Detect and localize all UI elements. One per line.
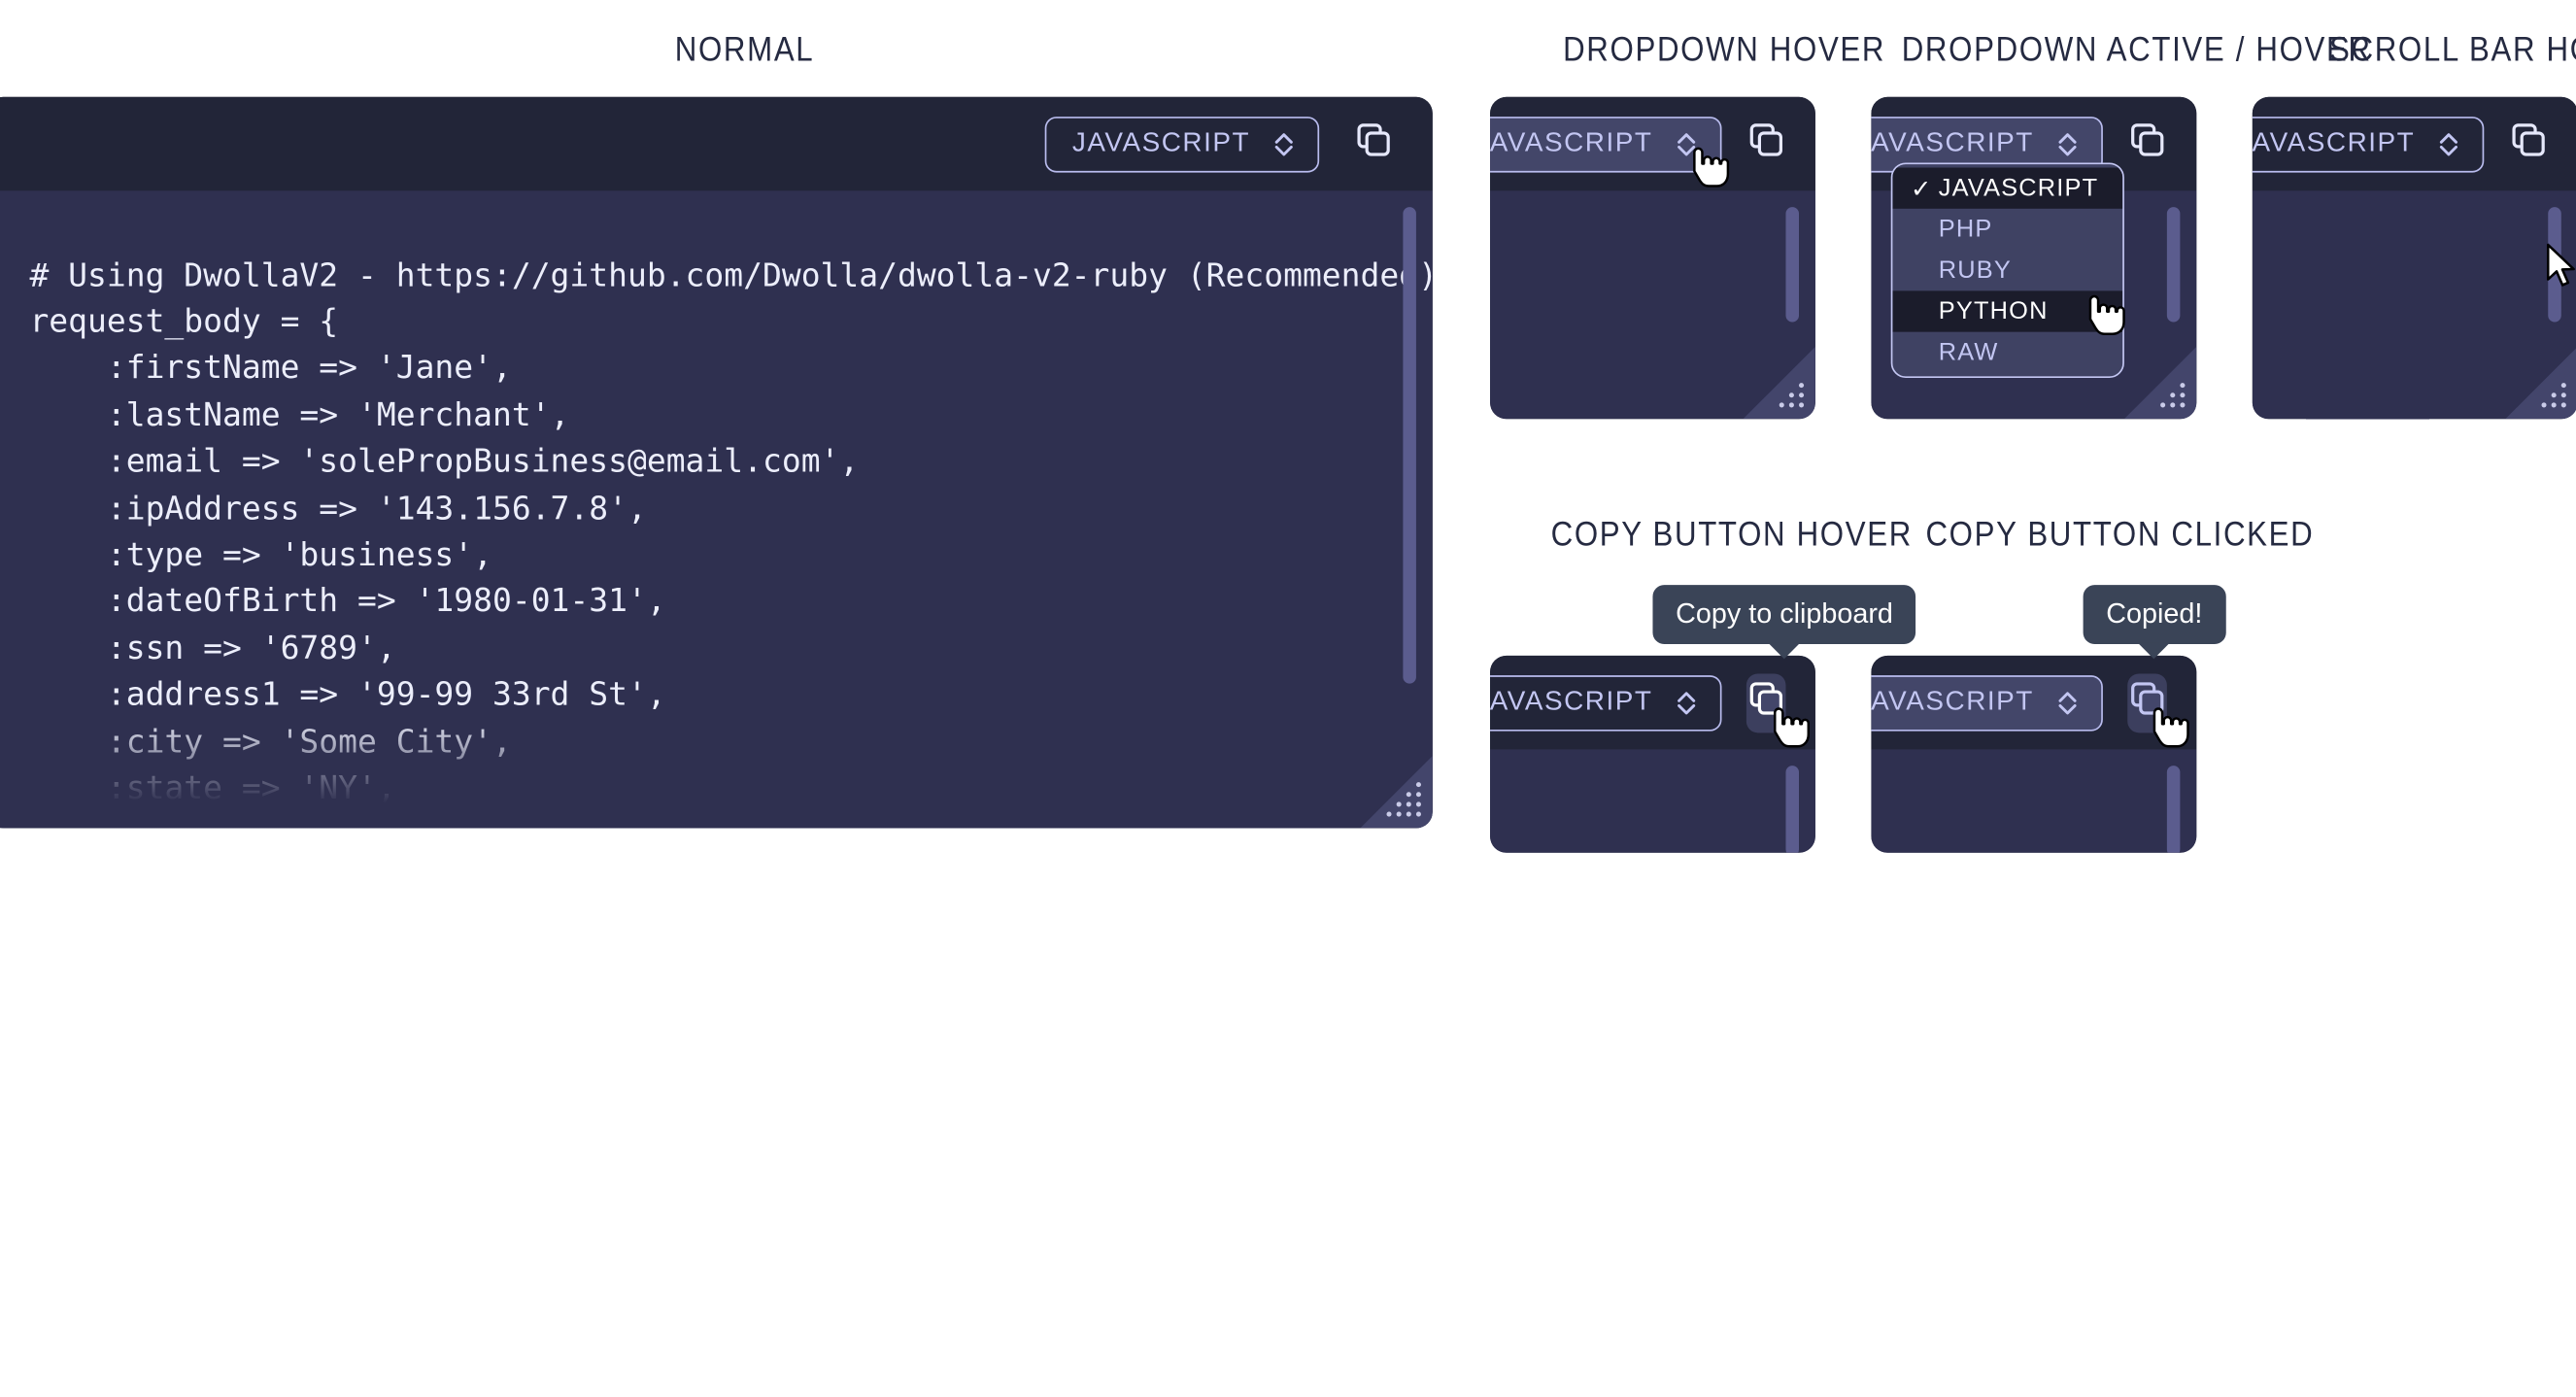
code-block-dropdown-hover: JAVASCRIPT — [1490, 96, 1815, 420]
code-block-toolbar: JAVASCRIPT — [2252, 96, 2576, 191]
code-block-body — [1871, 749, 2197, 853]
copy-icon — [1746, 119, 1786, 167]
language-select-label: JAVASCRIPT — [1490, 686, 1653, 717]
copy-button[interactable] — [2127, 115, 2167, 174]
language-select-label: JAVASCRIPT — [1490, 127, 1653, 158]
code-block-copy-hover: JAVASCRIPT — [1490, 655, 1815, 853]
dropdown-item-label: PHP — [1938, 215, 1993, 244]
chevron-up-down-icon — [1273, 129, 1295, 158]
dropdown-item-ruby[interactable]: RUBY — [1892, 250, 2122, 290]
resize-handle[interactable] — [2123, 346, 2197, 420]
spec-sheet: NORMAL DROPDOWN HOVER DROPDOWN ACTIVE / … — [0, 0, 2576, 1397]
caption-dropdown-hover: DROPDOWN HOVER — [1563, 31, 1886, 70]
dropdown-item-label: JAVASCRIPT — [1938, 174, 2099, 203]
copy-button[interactable] — [1344, 115, 1404, 174]
scrollbar-thumb[interactable] — [2166, 207, 2181, 323]
language-select[interactable]: JAVASCRIPT — [2252, 116, 2485, 172]
language-select-label: JAVASCRIPT — [1071, 127, 1251, 158]
copy-icon — [1746, 679, 1786, 727]
dropdown-item-label: RAW — [1938, 338, 1999, 367]
code-block-normal: JAVASCRIPT # Using DwollaV2 - https://gi… — [0, 96, 1433, 829]
scrollbar-thumb[interactable] — [1785, 766, 1800, 853]
language-select[interactable]: JAVASCRIPT — [1044, 116, 1320, 172]
chevron-up-down-icon — [1676, 129, 1697, 158]
code-block-toolbar: JAVASCRIPT — [1490, 96, 1815, 191]
caption-dropdown-active-hover: DROPDOWN ACTIVE / HOVER — [1901, 31, 2372, 70]
caption-scroll-bar-hover: SCROLL BAR HOVER — [2329, 31, 2576, 70]
code-block-body — [2252, 190, 2576, 420]
copy-icon — [2509, 119, 2549, 167]
chevron-up-down-icon — [2057, 688, 2079, 717]
dropdown-item-raw[interactable]: RAW — [1892, 332, 2122, 373]
language-select[interactable]: JAVASCRIPT — [1871, 674, 2103, 731]
code-block-scrollbar-hover: JAVASCRIPT — [2252, 96, 2576, 420]
dropdown-item-javascript[interactable]: ✓ JAVASCRIPT — [1892, 167, 2123, 209]
language-select[interactable]: JAVASCRIPT — [1490, 674, 1722, 731]
code-block-body — [1490, 749, 1815, 853]
caption-copy-button-hover: COPY BUTTON HOVER — [1550, 516, 1913, 554]
copy-icon — [2127, 679, 2167, 727]
code-content: # Using DwollaV2 - https://github.com/Dw… — [29, 256, 1433, 807]
tooltip-label: Copy to clipboard — [1676, 597, 1893, 630]
language-select-label: JAVASCRIPT — [1871, 686, 2034, 717]
copy-button[interactable] — [2127, 672, 2167, 733]
code-block-toolbar: JAVASCRIPT — [1490, 655, 1815, 750]
chevron-up-down-icon — [1676, 688, 1697, 717]
language-select[interactable]: JAVASCRIPT — [1490, 116, 1722, 172]
language-dropdown-menu[interactable]: ✓ JAVASCRIPT PHP RUBY PYTHON RAW — [1890, 162, 2124, 379]
tooltip-copied: Copied! — [2083, 585, 2226, 644]
dropdown-item-python[interactable]: PYTHON — [1892, 290, 2123, 332]
code-block-body — [1490, 190, 1815, 420]
chevron-up-down-icon — [2057, 129, 2079, 158]
resize-handle[interactable] — [1743, 346, 1815, 420]
dropdown-item-label: PYTHON — [1938, 297, 2049, 325]
dropdown-item-label: RUBY — [1938, 256, 2013, 285]
tooltip-copy-to-clipboard: Copy to clipboard — [1652, 585, 1916, 644]
chevron-up-down-icon — [2438, 129, 2459, 158]
dropdown-item-php[interactable]: PHP — [1892, 209, 2122, 250]
check-icon: ✓ — [1911, 175, 1933, 203]
copy-icon — [1354, 119, 1394, 167]
caption-normal: NORMAL — [674, 31, 815, 70]
caption-copy-button-clicked: COPY BUTTON CLICKED — [1925, 516, 2315, 554]
language-select-label: JAVASCRIPT — [2252, 127, 2416, 158]
code-block-body: # Using DwollaV2 - https://github.com/Dw… — [0, 190, 1433, 829]
code-block-copy-clicked: JAVASCRIPT — [1871, 655, 2197, 853]
copy-button[interactable] — [2509, 115, 2549, 174]
scrollbar-thumb[interactable] — [2548, 207, 2561, 323]
copy-button[interactable] — [1746, 672, 1786, 733]
code-block-toolbar: JAVASCRIPT — [1871, 655, 2197, 750]
tooltip-label: Copied! — [2106, 597, 2203, 630]
scrollbar-thumb[interactable] — [1785, 207, 1800, 323]
resize-handle[interactable] — [2505, 346, 2576, 420]
copy-button[interactable] — [1746, 115, 1786, 174]
scrollbar-thumb[interactable] — [2166, 766, 2181, 853]
copy-icon — [2127, 119, 2167, 167]
code-block-toolbar: JAVASCRIPT — [0, 96, 1433, 191]
language-select-label: JAVASCRIPT — [1871, 127, 2034, 158]
scrollbar-thumb[interactable] — [1403, 207, 1416, 684]
